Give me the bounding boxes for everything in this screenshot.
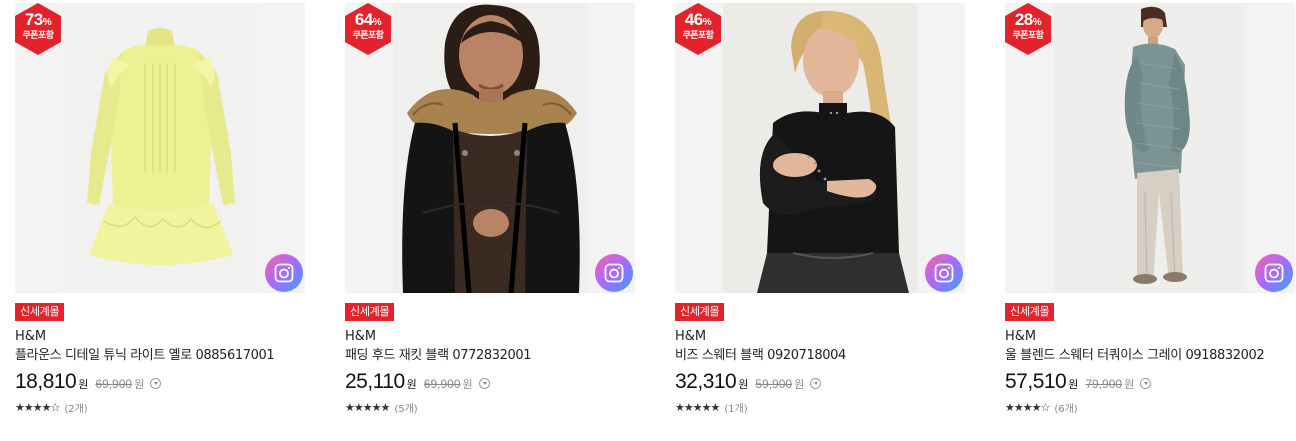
star-rating: ★★★★★ bbox=[345, 400, 390, 414]
original-price: 79,900 bbox=[1085, 377, 1123, 391]
review-count[interactable]: (2개) bbox=[64, 400, 87, 415]
black-beaded-sweater-model-image bbox=[723, 3, 917, 293]
discount-value: 73 bbox=[24, 10, 43, 29]
currency-unit: 원 bbox=[738, 378, 749, 391]
review-count[interactable]: (1개) bbox=[724, 400, 747, 415]
product-photo[interactable] bbox=[1053, 3, 1247, 293]
product-card[interactable]: 73% 쿠폰포함 신세계몰 H&M 플라운스 디테일 튜닉 라이트 옐로 088… bbox=[15, 3, 305, 423]
original-price: 69,900 bbox=[95, 377, 133, 391]
camera-lens-icon bbox=[934, 263, 954, 283]
review-count[interactable]: (6개) bbox=[1054, 400, 1077, 415]
product-card[interactable]: 28% 쿠폰포함 신세계몰 H&M 울 블렌드 스웨터 터쿼이스 그레이 091… bbox=[1005, 3, 1295, 423]
product-thumbnail[interactable]: 46% 쿠폰포함 bbox=[675, 3, 965, 293]
original-price: 69,900 bbox=[423, 377, 461, 391]
product-brand[interactable]: H&M bbox=[675, 328, 706, 346]
store-tag: 신세계몰 bbox=[345, 303, 395, 321]
camera-lens-icon bbox=[274, 263, 294, 283]
price-row: 25,110 원 69,900 원 bbox=[345, 370, 490, 398]
original-price: 59,900 bbox=[755, 377, 793, 391]
lens-search-button[interactable] bbox=[1255, 254, 1293, 292]
star-rating: ★★★★★ bbox=[675, 400, 720, 414]
price-row: 57,510 원 79,900 원 bbox=[1005, 370, 1152, 398]
product-name[interactable]: 패딩 후드 재킷 블랙 0772832001 bbox=[345, 346, 635, 366]
store-tag: 신세계몰 bbox=[1005, 303, 1055, 321]
black-padded-jacket-model-image bbox=[393, 3, 587, 293]
sale-price: 25,110 bbox=[345, 370, 405, 393]
lens-search-button[interactable] bbox=[925, 254, 963, 292]
discount-badge: 46% 쿠폰포함 bbox=[675, 3, 721, 55]
discount-unit: % bbox=[1032, 17, 1042, 28]
product-name[interactable]: 비즈 스웨터 블랙 0920718004 bbox=[675, 346, 965, 366]
product-card[interactable]: 46% 쿠폰포함 신세계몰 H&M 비즈 스웨터 블랙 0920718004 3… bbox=[675, 3, 965, 423]
product-thumbnail[interactable]: 73% 쿠폰포함 bbox=[15, 3, 305, 293]
rating-row: ★★★★☆ (2개) bbox=[15, 399, 88, 415]
coupon-label: 쿠폰포함 bbox=[352, 31, 384, 41]
star-rating: ★★★★☆ bbox=[15, 400, 60, 414]
product-brand[interactable]: H&M bbox=[15, 328, 46, 346]
price-info-icon[interactable] bbox=[1140, 378, 1152, 389]
rating-row: ★★★★☆ (6개) bbox=[1005, 399, 1078, 415]
currency-unit: 원 bbox=[406, 378, 417, 391]
currency-unit: 원 bbox=[78, 378, 89, 391]
store-tag: 신세계몰 bbox=[15, 303, 65, 321]
price-row: 32,310 원 59,900 원 bbox=[675, 370, 822, 398]
discount-value: 64 bbox=[354, 10, 373, 29]
product-photo[interactable] bbox=[393, 3, 587, 293]
discount-badge: 73% 쿠폰포함 bbox=[15, 3, 61, 55]
product-brand[interactable]: H&M bbox=[1005, 328, 1036, 346]
sale-price: 57,510 bbox=[1005, 370, 1067, 393]
discount-badge: 64% 쿠폰포함 bbox=[345, 3, 391, 55]
discount-unit: % bbox=[372, 17, 382, 28]
product-card[interactable]: 64% 쿠폰포함 신세계몰 H&M 패딩 후드 재킷 블랙 0772832001… bbox=[345, 3, 635, 423]
product-thumbnail[interactable]: 28% 쿠폰포함 bbox=[1005, 3, 1295, 293]
store-tag: 신세계몰 bbox=[675, 303, 725, 321]
camera-lens-icon bbox=[1264, 263, 1284, 283]
currency-unit: 원 bbox=[794, 378, 805, 391]
yellow-tunic-dress-image bbox=[63, 3, 257, 293]
price-info-icon[interactable] bbox=[810, 378, 822, 389]
currency-unit: 원 bbox=[134, 378, 145, 391]
discount-value: 46 bbox=[684, 10, 703, 29]
lens-search-button[interactable] bbox=[265, 254, 303, 292]
product-grid: 73% 쿠폰포함 신세계몰 H&M 플라운스 디테일 튜닉 라이트 옐로 088… bbox=[0, 0, 1296, 441]
product-photo[interactable] bbox=[63, 3, 257, 293]
discount-value: 28 bbox=[1014, 10, 1033, 29]
lens-search-button[interactable] bbox=[595, 254, 633, 292]
sale-price: 18,810 bbox=[15, 370, 77, 393]
currency-unit: 원 bbox=[1068, 378, 1079, 391]
currency-unit: 원 bbox=[462, 378, 473, 391]
rating-row: ★★★★★ (5개) bbox=[345, 399, 418, 415]
price-info-icon[interactable] bbox=[478, 378, 490, 389]
product-photo[interactable] bbox=[723, 3, 917, 293]
rating-row: ★★★★★ (1개) bbox=[675, 399, 748, 415]
currency-unit: 원 bbox=[1124, 378, 1135, 391]
coupon-label: 쿠폰포함 bbox=[22, 31, 54, 41]
price-row: 18,810 원 69,900 원 bbox=[15, 370, 162, 398]
product-name[interactable]: 플라운스 디테일 튜닉 라이트 옐로 0885617001 bbox=[15, 346, 305, 366]
price-info-icon[interactable] bbox=[150, 378, 162, 389]
discount-badge: 28% 쿠폰포함 bbox=[1005, 3, 1051, 55]
camera-lens-icon bbox=[604, 263, 624, 283]
product-name[interactable]: 울 블렌드 스웨터 터쿼이스 그레이 0918832002 bbox=[1005, 346, 1295, 366]
discount-unit: % bbox=[702, 17, 712, 28]
review-count[interactable]: (5개) bbox=[394, 400, 417, 415]
coupon-label: 쿠폰포함 bbox=[682, 31, 714, 41]
star-rating: ★★★★☆ bbox=[1005, 400, 1050, 414]
discount-unit: % bbox=[42, 17, 52, 28]
turquoise-wool-sweater-model-image bbox=[1053, 3, 1247, 293]
coupon-label: 쿠폰포함 bbox=[1012, 31, 1044, 41]
product-thumbnail[interactable]: 64% 쿠폰포함 bbox=[345, 3, 635, 293]
product-brand[interactable]: H&M bbox=[345, 328, 376, 346]
sale-price: 32,310 bbox=[675, 370, 737, 393]
